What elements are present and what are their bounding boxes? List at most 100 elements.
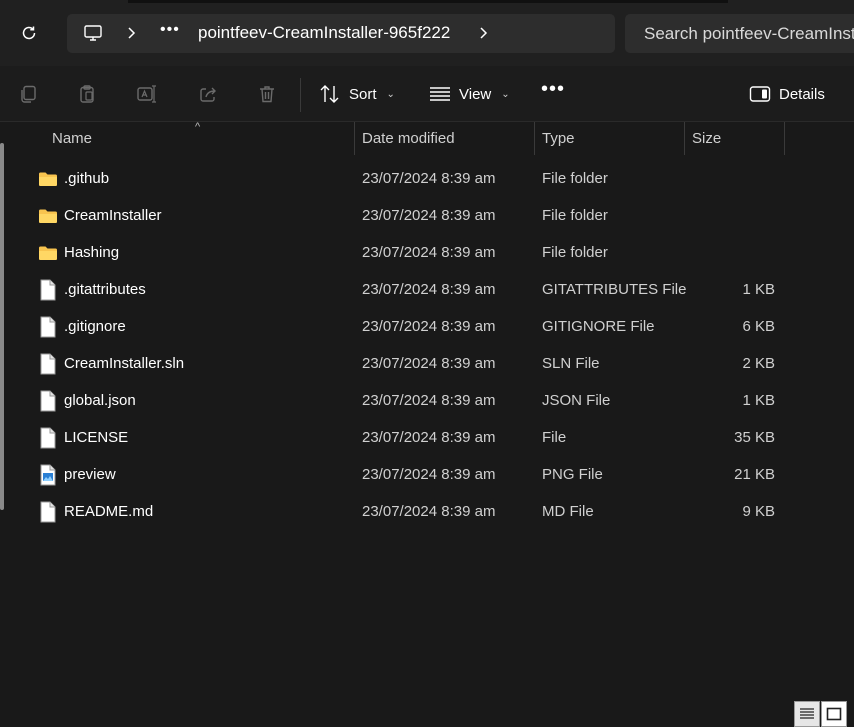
file-name-cell[interactable]: global.json: [38, 382, 136, 419]
details-view-icon: [800, 708, 814, 719]
refresh-icon: [22, 26, 36, 40]
column-date-label: Date modified: [362, 130, 455, 147]
file-row[interactable]: CreamInstaller.sln 23/07/2024 8:39 am SLN …: [0, 345, 854, 382]
rename-icon[interactable]: [135, 82, 159, 106]
file-icon: [38, 390, 58, 412]
file-icon: [38, 427, 58, 449]
file-name: LICENSE: [64, 429, 129, 446]
file-date-modified: 23/07/2024 8:39 am: [362, 392, 496, 409]
address-bar-row: ••• pointfeev-CreamInstaller-965f222 Sea…: [0, 0, 854, 66]
file-type: GITIGNORE File: [542, 318, 655, 335]
file-type: File: [542, 429, 567, 446]
file-size: [690, 160, 775, 197]
chevron-right-icon[interactable]: [478, 26, 490, 45]
file-row[interactable]: .gitattributes 23/07/2024 8:39 am GITATTRI…: [0, 271, 854, 308]
file-type: PNG File: [542, 466, 603, 483]
file-date-modified: 23/07/2024 8:39 am: [362, 355, 496, 372]
breadcrumb-current-folder[interactable]: pointfeev-CreamInstaller-965f222: [198, 23, 450, 43]
file-size: 9 KB: [742, 503, 775, 520]
file-row[interactable]: .github 23/07/2024 8:39 am File folder: [0, 160, 854, 197]
file-name-cell[interactable]: README.md: [38, 493, 153, 530]
file-name-cell[interactable]: CreamInstaller: [38, 197, 162, 234]
file-row[interactable]: .gitignore 23/07/2024 8:39 am GITIGNORE Fi…: [0, 308, 854, 345]
folder-icon: [38, 205, 58, 227]
file-date-modified: 23/07/2024 8:39 am: [362, 429, 496, 446]
file-date-modified: 23/07/2024 8:39 am: [362, 281, 496, 298]
chevron-right-icon[interactable]: [126, 26, 138, 45]
file-icon: [38, 353, 58, 375]
file-name: .gitattributes: [64, 281, 146, 298]
large-icons-view-toggle[interactable]: [821, 701, 847, 727]
copy-icon[interactable]: [16, 82, 40, 106]
folder-icon: [38, 168, 58, 190]
file-name: preview: [64, 466, 116, 483]
column-type[interactable]: Type: [534, 122, 684, 155]
file-date-modified: 23/07/2024 8:39 am: [362, 466, 496, 483]
file-name-cell[interactable]: preview: [38, 456, 116, 493]
file-name: CreamInstaller.sln: [64, 355, 185, 372]
file-name: global.json: [64, 392, 136, 409]
delete-icon[interactable]: [255, 82, 279, 106]
file-name-cell[interactable]: .gitattributes: [38, 271, 146, 308]
sort-label: Sort: [349, 85, 377, 103]
file-row[interactable]: CreamInstaller 23/07/2024 8:39 am File fol…: [0, 197, 854, 234]
sort-icon: [320, 85, 339, 103]
image-file-icon: [38, 464, 58, 486]
file-name: README.md: [64, 503, 154, 520]
file-name: Hashing: [64, 244, 120, 261]
column-name-label: Name: [52, 130, 93, 147]
file-name-cell[interactable]: .github: [38, 160, 109, 197]
file-size: 21 KB: [734, 466, 775, 483]
file-size: 6 KB: [742, 318, 775, 335]
file-name-cell[interactable]: LICENSE: [38, 419, 128, 456]
paste-icon[interactable]: [75, 82, 99, 106]
file-row[interactable]: preview 23/07/2024 8:39 am PNG File 21 KB: [0, 456, 854, 493]
toolbar-divider: [300, 78, 301, 112]
refresh-button[interactable]: [14, 18, 44, 48]
search-input[interactable]: Search pointfeev-CreamInstaller-965f222: [625, 14, 854, 53]
view-icon: [430, 87, 450, 101]
path-overflow-button[interactable]: •••: [160, 21, 180, 39]
column-name[interactable]: Name: [44, 122, 354, 155]
file-type: GITATTRIBUTES File: [542, 281, 687, 298]
file-type: MD File: [542, 503, 594, 520]
column-header-row: ^ Name Date modified Type Size: [0, 121, 854, 155]
file-row[interactable]: Hashing 23/07/2024 8:39 am File folder: [0, 234, 854, 271]
column-divider[interactable]: [784, 122, 785, 155]
file-type: JSON File: [542, 392, 611, 409]
file-date-modified: 23/07/2024 8:39 am: [362, 244, 496, 261]
file-row[interactable]: global.json 23/07/2024 8:39 am JSON File 1 …: [0, 382, 854, 419]
tiles-view-icon: [826, 707, 842, 721]
address-box[interactable]: ••• pointfeev-CreamInstaller-965f222: [67, 14, 615, 53]
file-row[interactable]: LICENSE 23/07/2024 8:39 am File 35 KB: [0, 419, 854, 456]
column-type-label: Type: [542, 130, 575, 147]
search-placeholder: Search pointfeev-CreamInstaller-965f222: [644, 24, 854, 43]
file-row[interactable]: README.md 23/07/2024 8:39 am MD File 9 KB: [0, 493, 854, 530]
file-icon: [38, 316, 58, 338]
file-type: File folder: [542, 244, 608, 261]
file-type: File folder: [542, 170, 608, 187]
file-name-cell[interactable]: Hashing: [38, 234, 119, 271]
sort-button[interactable]: Sort ⌄: [319, 80, 395, 108]
file-name-cell[interactable]: .gitignore: [38, 308, 126, 345]
column-date-modified[interactable]: Date modified: [354, 122, 534, 155]
file-date-modified: 23/07/2024 8:39 am: [362, 503, 496, 520]
file-size: 2 KB: [742, 355, 775, 372]
share-icon[interactable]: [196, 82, 220, 106]
more-options-button[interactable]: •••: [541, 78, 565, 101]
details-view-toggle[interactable]: [794, 701, 820, 727]
details-pane-button[interactable]: Details: [749, 80, 825, 108]
chevron-down-icon: ⌄: [501, 88, 510, 100]
column-size[interactable]: Size: [684, 122, 784, 155]
file-type: SLN File: [542, 355, 600, 372]
folder-icon: [38, 242, 58, 264]
file-size: [690, 197, 775, 234]
file-name-cell[interactable]: CreamInstaller.sln: [38, 345, 184, 382]
details-pane-icon: [749, 86, 771, 102]
file-type: File folder: [542, 207, 608, 224]
file-date-modified: 23/07/2024 8:39 am: [362, 170, 496, 187]
this-pc-icon[interactable]: [83, 23, 103, 48]
chevron-down-icon: ⌄: [386, 88, 395, 100]
file-date-modified: 23/07/2024 8:39 am: [362, 207, 496, 224]
view-button[interactable]: View ⌄: [429, 80, 510, 108]
